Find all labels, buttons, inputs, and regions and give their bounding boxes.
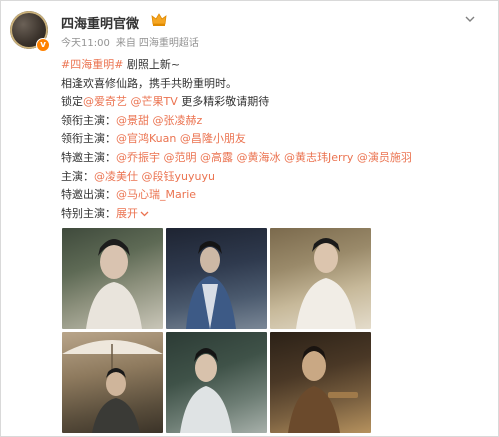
photo-3[interactable] bbox=[270, 228, 371, 329]
platforms-prefix: 锁定 bbox=[61, 95, 83, 109]
photo-1[interactable] bbox=[62, 228, 163, 329]
cast-row-label: 领衔主演： bbox=[61, 132, 116, 146]
expand-label: 展开 bbox=[116, 206, 138, 220]
verified-badge-icon: v bbox=[36, 38, 50, 52]
portrait-man-seated-image bbox=[288, 346, 358, 433]
portrait-woman-image bbox=[86, 239, 142, 329]
mention-link[interactable]: @昌隆小朋友 bbox=[180, 132, 246, 145]
mention-link[interactable]: @乔振宇 bbox=[116, 151, 160, 164]
post-time[interactable]: 今天11:00 bbox=[61, 38, 110, 49]
mention-link[interactable]: @范明 bbox=[164, 151, 197, 164]
mention-link[interactable]: @张凌赫z bbox=[153, 114, 203, 127]
mention-link[interactable]: @黄志玮Jerry bbox=[284, 151, 353, 164]
special-label: 特别主演： bbox=[61, 206, 116, 220]
post-meta: 今天11:00 来自 四海重明超话 bbox=[61, 34, 205, 49]
post-line-platforms: 锁定@爱奇艺 @芒果TV 更多精彩敬请期待 bbox=[61, 93, 488, 112]
post-body: #四海重明# 剧照上新~ 相逢欢喜修仙路，携手共盼重明时。 锁定@爱奇艺 @芒果… bbox=[61, 56, 488, 223]
mention-link[interactable]: @黄海冰 bbox=[237, 151, 281, 164]
account-name[interactable]: 四海重明官微 bbox=[61, 13, 139, 32]
cast-row: 领衔主演：@官鸿Kuan @昌隆小朋友 bbox=[61, 130, 488, 149]
expand-link[interactable]: 展开 bbox=[116, 207, 149, 220]
post-line-title: #四海重明# 剧照上新~ bbox=[61, 56, 488, 75]
cast-row: 主演：@凌美仕 @段钰yuyuyu bbox=[61, 168, 488, 187]
mention-link[interactable]: @芒果TV bbox=[131, 95, 178, 108]
portrait-man-light-robe-image bbox=[180, 348, 232, 433]
mention-link[interactable]: @演员施羽 bbox=[357, 151, 412, 164]
weibo-post-card: v 四海重明官微 今天11:00 来自 四海重明超话 #四海重明# 剧照上新~ 相逢… bbox=[0, 0, 499, 437]
portrait-man-white-robe-image bbox=[296, 238, 356, 329]
mention-link[interactable]: @高露 bbox=[200, 151, 233, 164]
post-line-special: 特别主演：展开 bbox=[61, 205, 488, 224]
portrait-man-blue-robe-image bbox=[186, 241, 236, 329]
photo-5[interactable] bbox=[166, 332, 267, 433]
cast-row-label: 主演： bbox=[61, 169, 94, 183]
mention-link[interactable]: @马心瑞_Marie bbox=[116, 188, 196, 201]
cast-row-label: 领衔主演： bbox=[61, 113, 116, 127]
mention-link[interactable]: @爱奇艺 bbox=[83, 95, 127, 108]
post-source-prefix: 来自 bbox=[115, 38, 136, 49]
post-line-slogan: 相逢欢喜修仙路，携手共盼重明时。 bbox=[61, 76, 237, 90]
hashtag-link[interactable]: #四海重明# bbox=[61, 58, 123, 71]
mention-link[interactable]: @凌美仕 bbox=[94, 170, 138, 183]
mention-link[interactable]: @官鸿Kuan bbox=[116, 132, 176, 145]
portrait-man-umbrella-image bbox=[62, 340, 163, 433]
photo-4[interactable] bbox=[62, 332, 163, 433]
crown-icon bbox=[151, 13, 167, 26]
mention-link[interactable]: @景甜 bbox=[116, 114, 149, 127]
cast-row-label: 特邀主演： bbox=[61, 150, 116, 164]
title-text: 剧照上新~ bbox=[123, 58, 181, 71]
cast-row: 领衔主演：@景甜 @张凌赫z bbox=[61, 112, 488, 131]
mention-link[interactable]: @段钰yuyuyu bbox=[142, 170, 215, 183]
photo-2[interactable] bbox=[166, 228, 267, 329]
chevron-down-icon[interactable] bbox=[464, 13, 476, 25]
chevron-down-icon bbox=[140, 211, 149, 217]
cast-row-label: 特邀出演： bbox=[61, 188, 116, 202]
photo-6[interactable] bbox=[270, 332, 371, 433]
cast-row: 特邀出演：@马心瑞_Marie bbox=[61, 186, 488, 205]
cast-row: 特邀主演：@乔振宇 @范明 @高露 @黄海冰 @黄志玮Jerry @演员施羽 bbox=[61, 149, 488, 168]
cast-list: 领衔主演：@景甜 @张凌赫z 领衔主演：@官鸿Kuan @昌隆小朋友 特邀主演：@乔… bbox=[61, 112, 488, 205]
post-source[interactable]: 四海重明超话 bbox=[139, 38, 199, 49]
platforms-suffix: 更多精彩敬请期待 bbox=[177, 95, 270, 109]
